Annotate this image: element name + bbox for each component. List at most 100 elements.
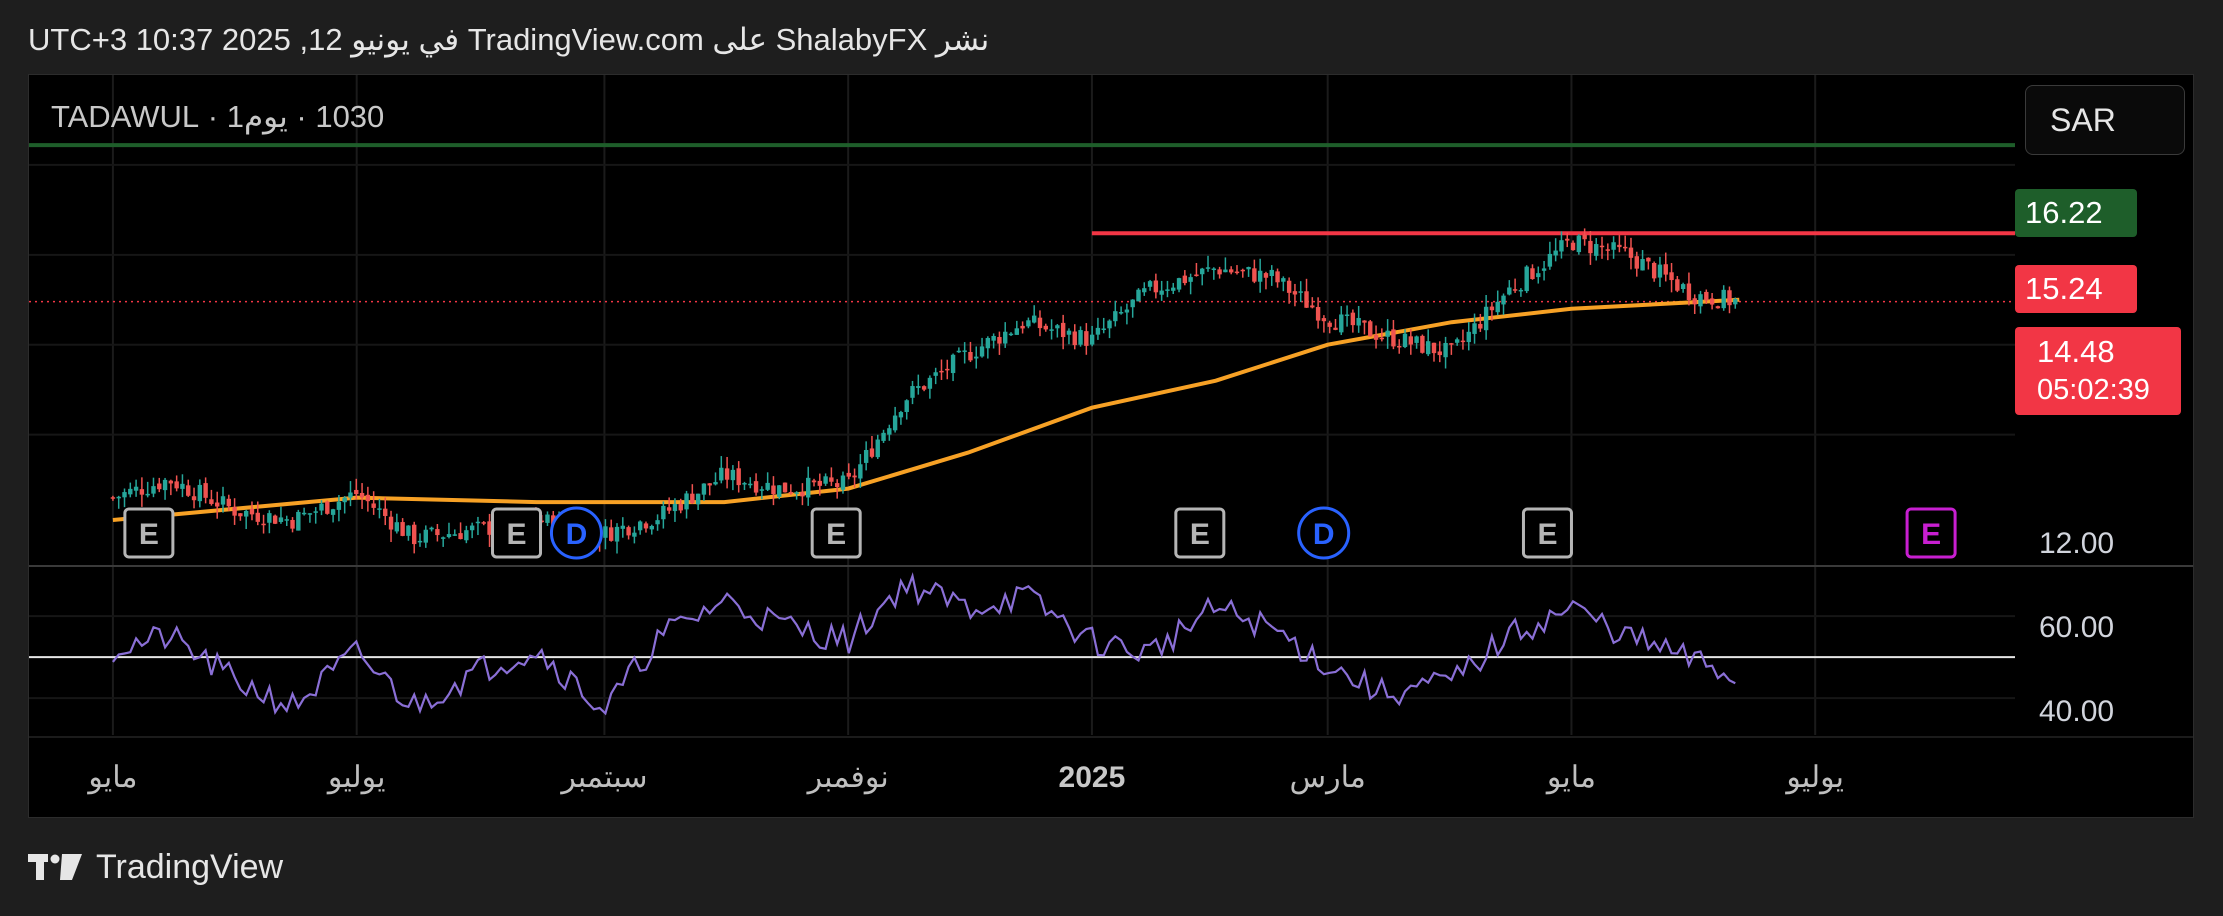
candle-body <box>388 516 394 530</box>
last-price: 14.48 <box>2037 334 2115 369</box>
candle-body <box>1588 240 1593 254</box>
candle-body <box>1495 301 1500 313</box>
candle-body <box>736 468 741 486</box>
candle-body <box>1478 323 1483 329</box>
earnings-marker-label: E <box>1921 518 1941 551</box>
candle-body <box>1049 329 1054 331</box>
candle-body <box>377 508 382 510</box>
candle-body <box>1709 298 1715 305</box>
candle-body <box>620 525 626 529</box>
candle-body <box>215 502 220 507</box>
candle-body <box>609 527 614 541</box>
candle-body <box>400 522 405 536</box>
candle-body <box>1640 259 1645 271</box>
green-line-price-tag: 16.22 <box>2015 189 2137 237</box>
candle-body <box>238 513 243 517</box>
candle-body <box>649 525 654 530</box>
candle-body <box>1721 289 1726 309</box>
publish-header: نشر ShalabyFX على TradingView.com في يون… <box>28 22 990 57</box>
candle-body <box>1356 317 1361 326</box>
candle-body <box>817 480 823 486</box>
candle-body <box>319 503 324 511</box>
earnings-marker-label: E <box>1190 518 1210 551</box>
candle-body <box>823 476 828 484</box>
candle-body <box>690 493 695 504</box>
chart-canvas[interactable]: E E D E E D E E مايو يوليو سبتمبر نوفمبر 2025 مارس ما… <box>29 75 2194 818</box>
candle-body <box>348 492 353 498</box>
candle-body <box>1512 289 1518 291</box>
candle-body <box>232 506 237 516</box>
currency-button[interactable]: SAR <box>2025 85 2185 155</box>
candle-body <box>759 489 765 491</box>
rsi-axis-label-40: 40.00 <box>2039 695 2115 728</box>
candle-body <box>325 501 330 514</box>
candle-body <box>1617 244 1622 248</box>
candle-body <box>1524 266 1529 292</box>
candle-body <box>191 496 197 501</box>
candle-body <box>643 523 649 529</box>
candle-body <box>1622 246 1628 249</box>
candle-body <box>435 529 440 536</box>
candle-body <box>1171 287 1176 291</box>
candle-body <box>1327 322 1332 327</box>
candle-body <box>678 504 683 511</box>
candle-body <box>1431 342 1437 354</box>
candle-body <box>1391 329 1396 347</box>
candle-body <box>336 501 342 510</box>
candle-body <box>313 511 318 513</box>
candle-body <box>701 483 707 495</box>
x-axis-label: سبتمبر <box>559 761 647 795</box>
candle-body <box>916 386 921 388</box>
candle-body <box>1321 318 1327 322</box>
candle-body <box>1043 325 1048 330</box>
candle-body <box>545 514 550 523</box>
candle-body <box>927 377 933 389</box>
candle-body <box>771 485 776 495</box>
candle-body <box>939 370 944 373</box>
candle-body <box>603 526 608 538</box>
x-axis-label: مارس <box>1290 761 1366 795</box>
candle-body <box>1089 334 1095 345</box>
candle-body <box>782 482 788 493</box>
candle-body <box>997 337 1002 344</box>
candle-body <box>956 350 962 353</box>
price-axis-label-12: 12.00 <box>2039 527 2115 560</box>
candle-body <box>1663 264 1668 275</box>
earnings-marker: E <box>1174 507 1226 559</box>
candle-body <box>1344 314 1350 317</box>
candle-body <box>1315 307 1321 321</box>
candle-body <box>1547 253 1553 267</box>
candle-body <box>1686 283 1692 301</box>
candle-body <box>1084 331 1089 346</box>
symbol-info: 1030 · يوم1 · TADAWUL <box>51 99 385 134</box>
candle-body <box>1310 305 1315 308</box>
candle-body <box>255 512 260 522</box>
candle-body <box>116 496 121 499</box>
x-axis-label: 2025 <box>1059 761 1126 794</box>
candle-body <box>1553 250 1558 256</box>
earnings-marker-label: E <box>139 518 159 551</box>
candle-body <box>1611 242 1616 250</box>
candle-body <box>359 492 365 498</box>
candle-body <box>1031 315 1037 323</box>
chart-frame[interactable]: E E D E E D E E مايو يوليو سبتمبر نوفمبر 2025 مارس ما… <box>28 74 2194 818</box>
candle-body <box>1228 269 1234 273</box>
candle-body <box>753 481 759 493</box>
candle-body <box>858 464 863 479</box>
candle-body <box>1188 277 1193 282</box>
candle-body <box>1698 294 1703 307</box>
candle-body <box>1530 268 1535 280</box>
candle-body <box>1060 322 1066 338</box>
candle-body <box>1565 238 1570 241</box>
candle-body <box>1397 345 1402 348</box>
candle-body <box>921 386 927 390</box>
candle-body <box>1599 245 1605 248</box>
candle-body <box>933 372 938 376</box>
candle-body <box>950 354 956 374</box>
candle-body <box>713 482 718 485</box>
candle-body <box>991 335 996 341</box>
candle-body <box>1014 328 1020 335</box>
candle-body <box>1483 306 1489 331</box>
candle-body <box>614 526 620 542</box>
x-axis-label: يوليو <box>1784 761 1844 795</box>
